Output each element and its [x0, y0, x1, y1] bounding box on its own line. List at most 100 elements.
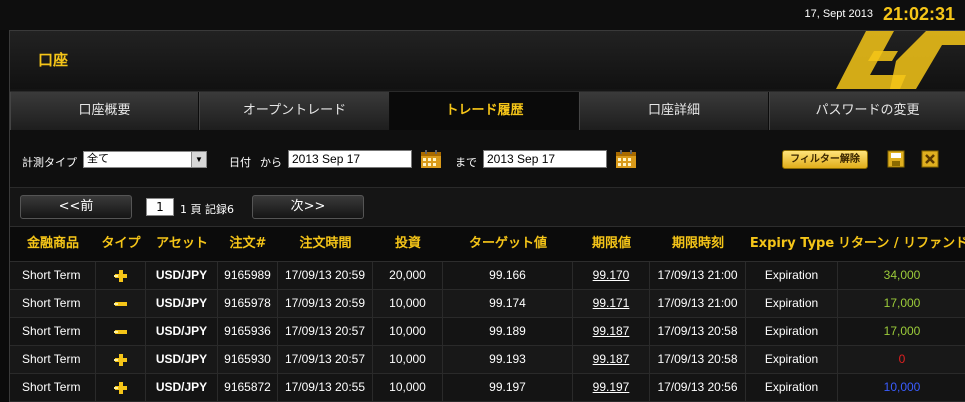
expiry-value-link[interactable]: 99.187	[573, 318, 650, 345]
asset-cell: USD/JPY	[146, 318, 218, 345]
tab-change-password[interactable]: パスワードの変更	[769, 92, 965, 131]
return-cell: 17,000	[883, 324, 921, 338]
investment-cell: 10,000	[373, 374, 443, 401]
calendar-icon[interactable]	[420, 149, 442, 169]
order-time-cell: 17/09/13 20:59	[278, 290, 373, 317]
order-number-cell: 9165936	[218, 318, 278, 345]
order-number-cell: 9165930	[218, 346, 278, 373]
type-label: 計測タイプ	[22, 156, 77, 169]
from-label: から	[260, 156, 282, 169]
expiry-time-cell: 17/09/13 21:00	[650, 290, 746, 317]
type-select[interactable]: 全て ▼	[83, 151, 207, 168]
type-cell	[96, 374, 146, 401]
prev-page-button[interactable]: <<前	[20, 195, 132, 219]
page-title: 口座	[38, 51, 69, 69]
order-time-cell: 17/09/13 20:55	[278, 374, 373, 401]
expiry-type-cell: Expiration	[746, 290, 838, 317]
return-cell: 0	[898, 352, 906, 366]
return-cell: 34,000	[883, 268, 921, 282]
col-order: 注文#	[229, 236, 267, 251]
instrument-cell: Short Term	[10, 374, 96, 401]
asset-cell: USD/JPY	[146, 262, 218, 289]
col-order-time: 注文時間	[299, 236, 352, 251]
table-body: Short Term USD/JPY 9165989 17/09/13 20:59 20…	[10, 262, 965, 402]
type-cell	[96, 318, 146, 345]
investment-cell: 10,000	[373, 346, 443, 373]
col-investment: 投資	[394, 236, 421, 251]
expiry-time-cell: 17/09/13 21:00	[650, 262, 746, 289]
return-cell: 17,000	[883, 296, 921, 310]
page-number-input[interactable]: 1	[146, 198, 174, 216]
instrument-cell: Short Term	[10, 262, 96, 289]
asset-cell: USD/JPY	[146, 346, 218, 373]
chevron-down-icon[interactable]: ▼	[191, 152, 206, 167]
calendar-icon[interactable]	[615, 149, 637, 169]
col-return: リターン / リファンド	[838, 236, 965, 251]
excel-export-icon[interactable]	[920, 149, 940, 169]
put-arrow-icon	[113, 329, 127, 334]
expiry-time-cell: 17/09/13 20:56	[650, 374, 746, 401]
expiry-value-link[interactable]: 99.187	[573, 346, 650, 373]
pagination: <<前 1 1 頁 記録6 次>>	[10, 189, 965, 225]
table-row: Short Term USD/JPY 9165930 17/09/13 20:57 10…	[10, 346, 965, 374]
expiry-value-link[interactable]: 99.170	[573, 262, 650, 289]
col-target: ターゲット値	[468, 236, 547, 251]
target-value-cell: 99.197	[443, 374, 573, 401]
instrument-cell: Short Term	[10, 290, 96, 317]
target-value-cell: 99.166	[443, 262, 573, 289]
order-number-cell: 9165978	[218, 290, 278, 317]
expiry-value-link[interactable]: 99.197	[573, 374, 650, 401]
target-value-cell: 99.193	[443, 346, 573, 373]
expiry-time-cell: 17/09/13 20:58	[650, 318, 746, 345]
top-bar: 17, Sept 2013 21:02:31	[0, 0, 965, 30]
page-info: 1 頁 記録6	[180, 203, 234, 216]
table-row: Short Term USD/JPY 9165872 17/09/13 20:55 10…	[10, 374, 965, 402]
target-value-cell: 99.174	[443, 290, 573, 317]
table-row: Short Term USD/JPY 9165978 17/09/13 20:59 10…	[10, 290, 965, 318]
table-header: 金融商品 タイプ アセット 注文# 注文時間 投資 ターゲット値 期限値 期限時…	[10, 226, 965, 262]
tab-account-details[interactable]: 口座詳細	[579, 92, 769, 131]
type-cell	[96, 346, 146, 373]
tab-open-trades[interactable]: オープントレード	[199, 92, 390, 131]
return-cell: 10,000	[883, 380, 921, 394]
col-instrument: 金融商品	[26, 236, 79, 251]
investment-cell: 20,000	[373, 262, 443, 289]
expiry-value-link[interactable]: 99.171	[573, 290, 650, 317]
expiry-type-cell: Expiration	[746, 346, 838, 373]
expiry-type-cell: Expiration	[746, 374, 838, 401]
brand-logo-icon	[836, 31, 965, 89]
table-row: Short Term USD/JPY 9165989 17/09/13 20:59 20…	[10, 262, 965, 290]
col-expiry-value: 期限値	[591, 236, 631, 251]
col-expiry-time: 期限時刻	[671, 236, 724, 251]
save-icon[interactable]	[886, 149, 906, 169]
tab-account-overview[interactable]: 口座概要	[10, 92, 199, 131]
call-arrow-icon	[113, 269, 127, 282]
asset-cell: USD/JPY	[146, 290, 218, 317]
instrument-cell: Short Term	[10, 318, 96, 345]
tab-trade-history[interactable]: トレード履歴	[390, 92, 579, 131]
col-asset: アセット	[156, 236, 208, 251]
clear-filter-button[interactable]: フィルター解除	[782, 150, 868, 169]
next-page-button[interactable]: 次>>	[252, 195, 364, 219]
from-date-field[interactable]: 2013 Sep 17	[288, 150, 412, 168]
asset-cell: USD/JPY	[146, 374, 218, 401]
order-number-cell: 9165989	[218, 262, 278, 289]
filter-bar: 計測タイプ 全て ▼ 日付 から 2013 Sep 17 まで 2013 Sep…	[10, 130, 965, 188]
col-expiry-type: Expiry Type	[749, 236, 835, 251]
account-panel: 口座 口座概要 オープントレード トレード履歴 口座詳細 パスワードの変更 計測…	[9, 30, 965, 402]
instrument-cell: Short Term	[10, 346, 96, 373]
order-time-cell: 17/09/13 20:57	[278, 318, 373, 345]
expiry-type-cell: Expiration	[746, 262, 838, 289]
current-date: 17, Sept 2013	[804, 8, 873, 20]
call-arrow-icon	[113, 381, 127, 394]
to-date-field[interactable]: 2013 Sep 17	[483, 150, 607, 168]
investment-cell: 10,000	[373, 318, 443, 345]
investment-cell: 10,000	[373, 290, 443, 317]
table-row: Short Term USD/JPY 9165936 17/09/13 20:57 10…	[10, 318, 965, 346]
col-type: タイプ	[101, 236, 141, 251]
order-time-cell: 17/09/13 20:59	[278, 262, 373, 289]
expiry-time-cell: 17/09/13 20:58	[650, 346, 746, 373]
expiry-type-cell: Expiration	[746, 318, 838, 345]
order-time-cell: 17/09/13 20:57	[278, 346, 373, 373]
call-arrow-icon	[113, 353, 127, 366]
